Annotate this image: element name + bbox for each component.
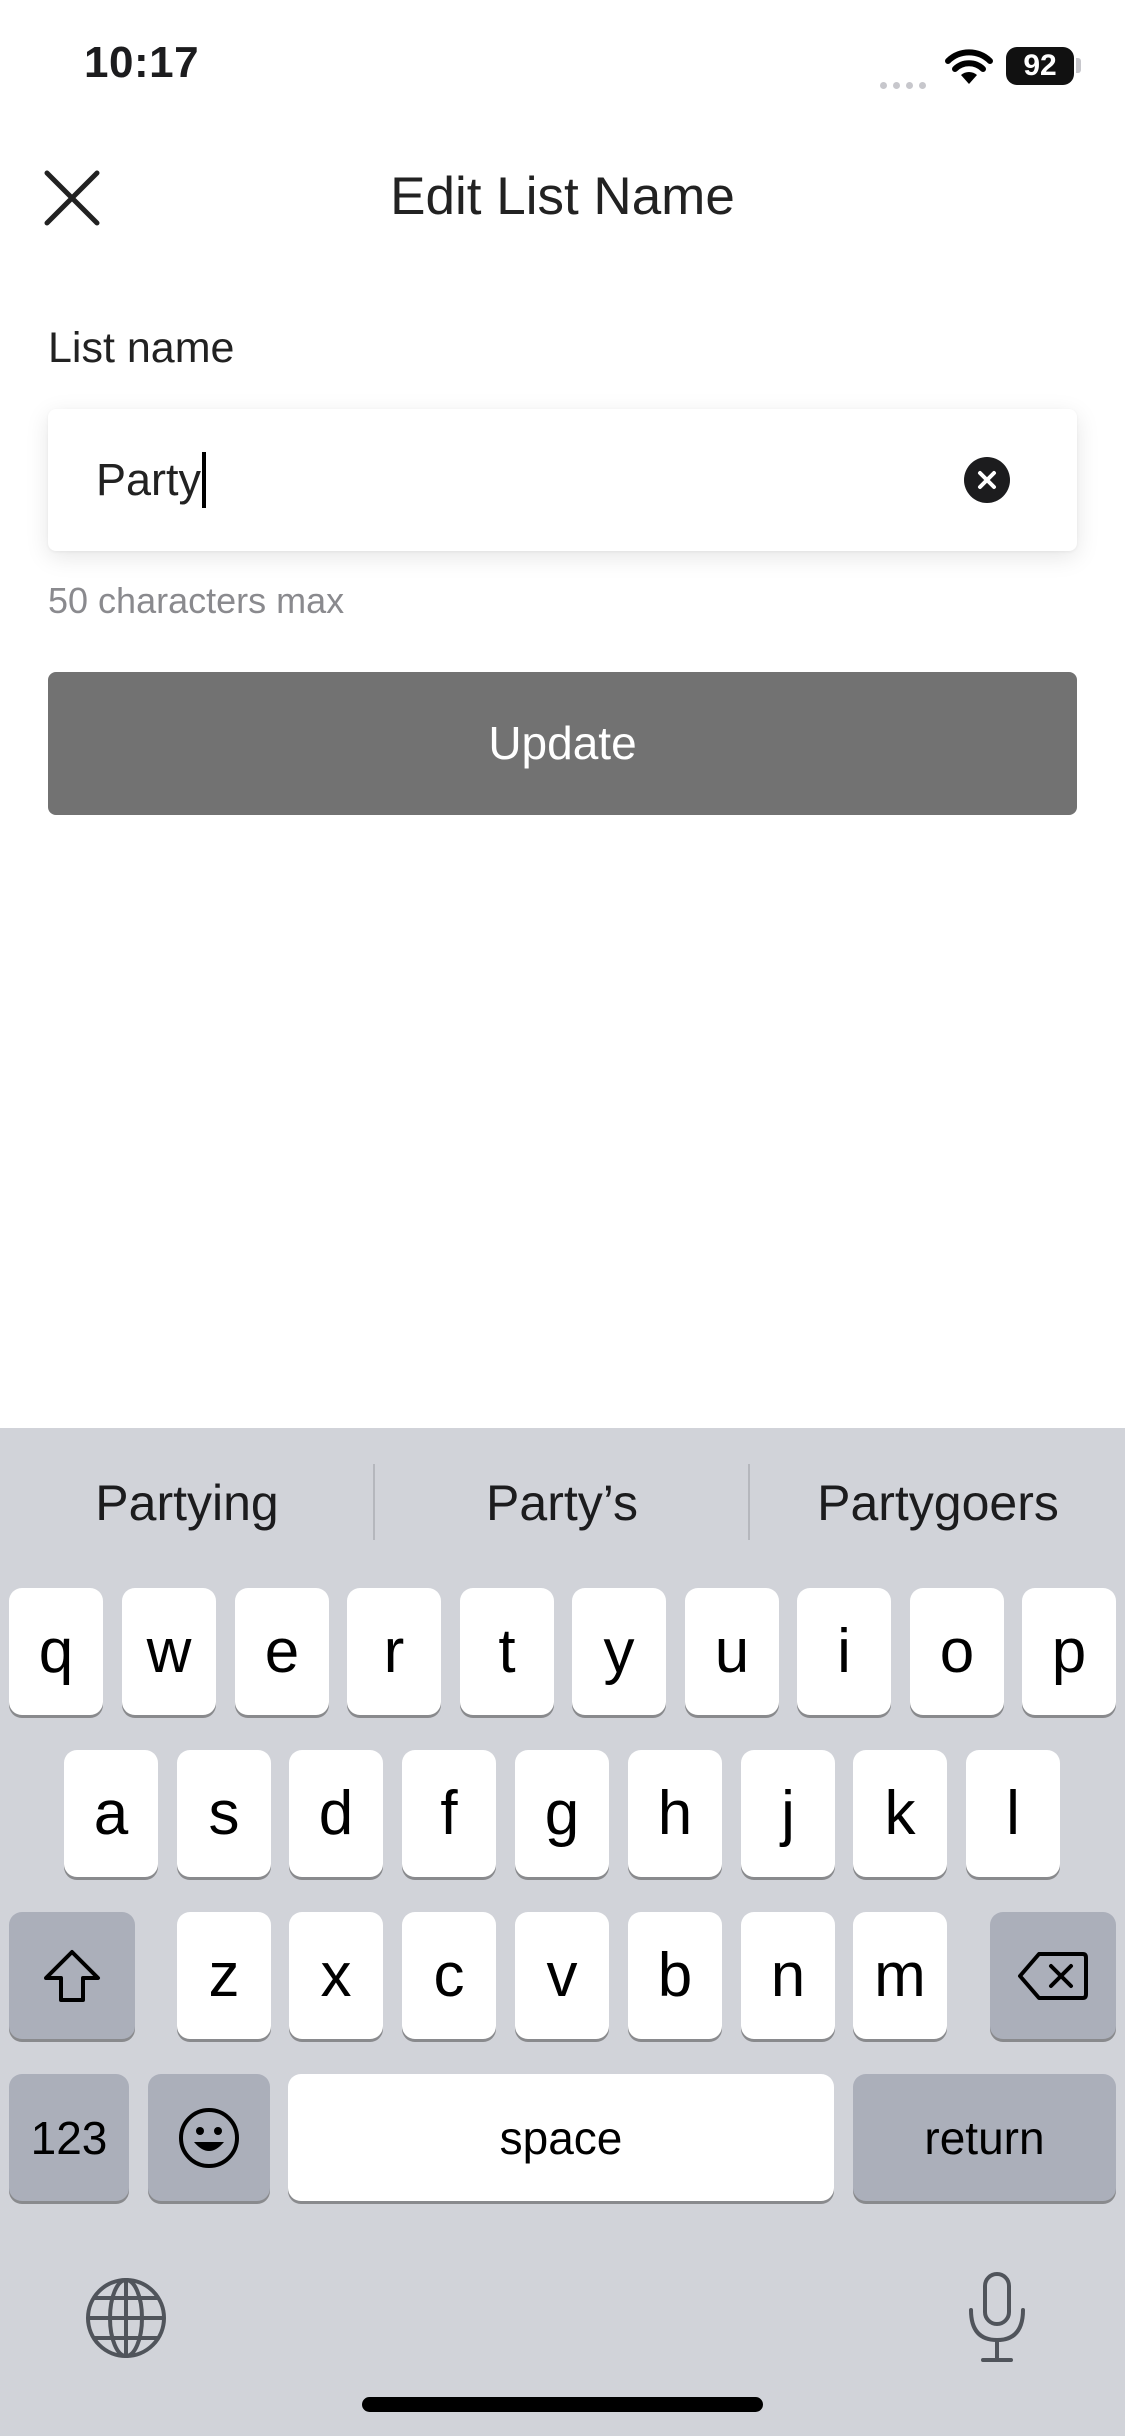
- key-c[interactable]: c: [402, 1912, 496, 2039]
- page-title: Edit List Name: [390, 167, 735, 226]
- globe-button[interactable]: [84, 2276, 168, 2365]
- key-h[interactable]: h: [628, 1750, 722, 1877]
- delete-key[interactable]: [990, 1912, 1116, 2039]
- key-i[interactable]: i: [797, 1588, 891, 1715]
- text-cursor: [202, 452, 207, 509]
- suggestion-3[interactable]: Partygoers: [751, 1428, 1125, 1578]
- home-indicator: [362, 2397, 763, 2412]
- globe-icon: [86, 2278, 166, 2358]
- key-k[interactable]: k: [853, 1750, 947, 1877]
- keyboard: Partying Party’s Partygoers q w e r t y …: [0, 1428, 1125, 2436]
- suggestion-2[interactable]: Party’s: [375, 1428, 749, 1578]
- list-name-field[interactable]: Party: [48, 409, 1077, 551]
- key-m[interactable]: m: [853, 1912, 947, 2039]
- space-key[interactable]: space: [288, 2074, 834, 2201]
- return-key[interactable]: return: [853, 2074, 1116, 2201]
- emoji-key[interactable]: [148, 2074, 270, 2201]
- clear-text-button[interactable]: [964, 457, 1010, 503]
- key-e[interactable]: e: [235, 1588, 329, 1715]
- key-y[interactable]: y: [572, 1588, 666, 1715]
- key-f[interactable]: f: [402, 1750, 496, 1877]
- key-t[interactable]: t: [460, 1588, 554, 1715]
- clear-text-icon: [978, 471, 996, 489]
- status-time: 10:17: [84, 38, 200, 87]
- list-name-value: Party: [96, 454, 202, 505]
- list-name-label: List name: [48, 324, 235, 372]
- key-d[interactable]: d: [289, 1750, 383, 1877]
- update-button[interactable]: Update: [48, 672, 1077, 815]
- key-x[interactable]: x: [289, 1912, 383, 2039]
- key-j[interactable]: j: [741, 1750, 835, 1877]
- key-n[interactable]: n: [741, 1912, 835, 2039]
- character-limit-hint: 50 characters max: [48, 580, 345, 621]
- numbers-key[interactable]: 123: [9, 2074, 129, 2201]
- key-u[interactable]: u: [685, 1588, 779, 1715]
- key-w[interactable]: w: [122, 1588, 216, 1715]
- key-o[interactable]: o: [910, 1588, 1004, 1715]
- key-z[interactable]: z: [177, 1912, 271, 2039]
- cellular-signal-icon: [880, 76, 932, 94]
- suggestion-1[interactable]: Partying: [0, 1428, 374, 1578]
- key-l[interactable]: l: [966, 1750, 1060, 1877]
- battery-indicator: 92: [1006, 47, 1074, 85]
- microphone-icon: [969, 2272, 1025, 2362]
- key-g[interactable]: g: [515, 1750, 609, 1877]
- key-s[interactable]: s: [177, 1750, 271, 1877]
- emoji-icon: [179, 2107, 239, 2168]
- battery-cap: [1076, 58, 1081, 73]
- backspace-icon: [1018, 1951, 1088, 2000]
- wifi-icon: [944, 48, 994, 91]
- key-v[interactable]: v: [515, 1912, 609, 2039]
- list-name-input[interactable]: Party: [96, 409, 207, 551]
- shift-key[interactable]: [9, 1912, 135, 2039]
- suggestion-divider: [748, 1464, 750, 1540]
- key-r[interactable]: r: [347, 1588, 441, 1715]
- key-b[interactable]: b: [628, 1912, 722, 2039]
- shift-icon: [44, 1949, 100, 2002]
- key-a[interactable]: a: [64, 1750, 158, 1877]
- dictation-button[interactable]: [962, 2270, 1032, 2371]
- key-q[interactable]: q: [9, 1588, 103, 1715]
- key-p[interactable]: p: [1022, 1588, 1116, 1715]
